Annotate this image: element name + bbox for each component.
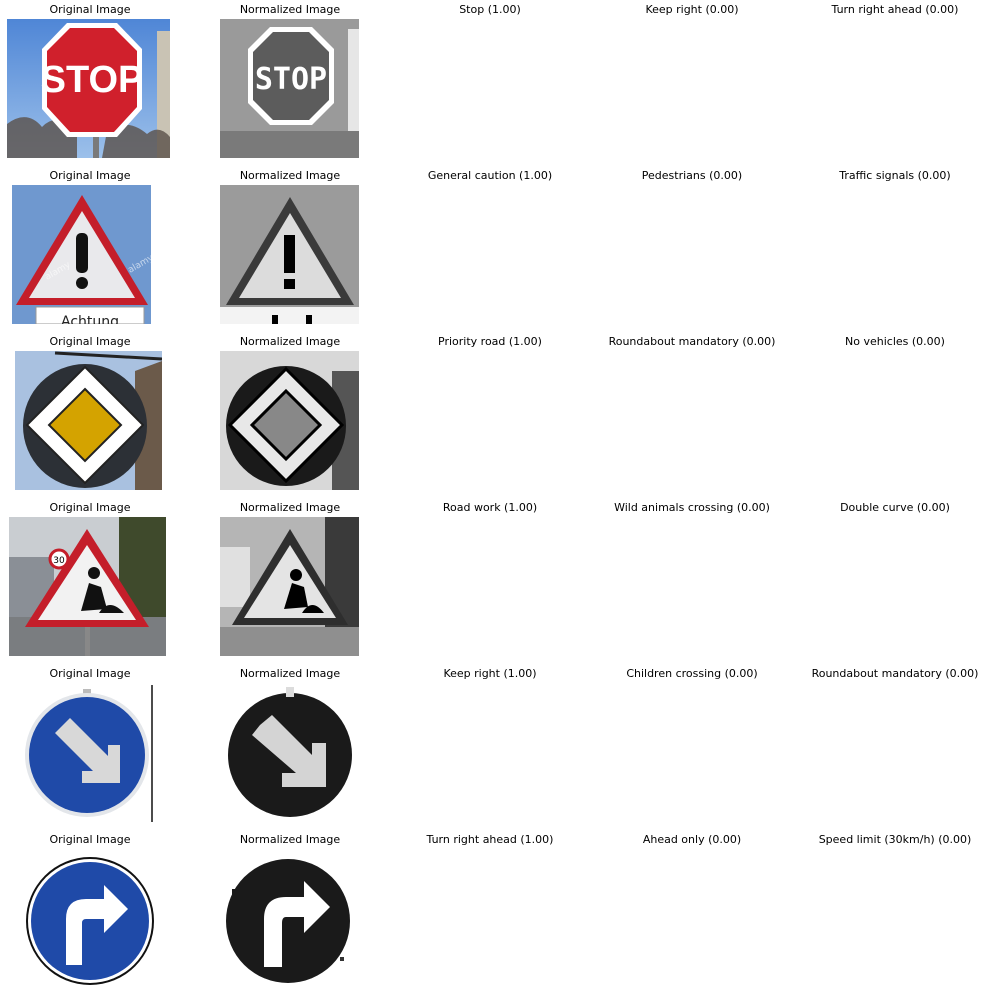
speed-30-text: 30 bbox=[53, 556, 65, 566]
result-row-stop: Original Image STOP Normalized Image STO… bbox=[0, 0, 985, 166]
normalized-cell: Normalized Image bbox=[200, 166, 380, 332]
normalized-image-road-work bbox=[220, 517, 359, 656]
prediction-2: Ahead only (0.00) bbox=[602, 830, 782, 996]
prediction-1: Stop (1.00) bbox=[400, 0, 580, 166]
prediction-1-label: Road work (1.00) bbox=[442, 501, 538, 514]
prediction-3-label: Double curve (0.00) bbox=[840, 501, 950, 514]
normalized-cell: Normalized Image bbox=[200, 830, 380, 996]
prediction-2: Roundabout mandatory (0.00) bbox=[602, 332, 782, 498]
original-cell: Original Image alamy alamy Achtung bbox=[0, 166, 180, 332]
normalized-title: Normalized Image bbox=[239, 169, 341, 182]
original-cell: Original Image bbox=[0, 664, 180, 830]
normalized-image-keep-right bbox=[220, 683, 359, 822]
priority-sign-photo bbox=[15, 351, 162, 490]
original-title: Original Image bbox=[49, 335, 131, 348]
original-cell: Original Image 30 bbox=[0, 498, 180, 664]
normalized-cell: Normalized Image bbox=[200, 664, 380, 830]
keep-right-sign-grayscale bbox=[220, 683, 359, 822]
stop-sign-text-gray: STOP bbox=[255, 62, 327, 97]
original-cell: Original Image bbox=[0, 830, 180, 996]
prediction-1-label: General caution (1.00) bbox=[427, 169, 553, 182]
prediction-1: Keep right (1.00) bbox=[400, 664, 580, 830]
priority-sign-grayscale bbox=[220, 351, 359, 490]
achtung-text: Achtung bbox=[61, 314, 119, 324]
original-title: Original Image bbox=[49, 169, 131, 182]
prediction-3: Speed limit (30km/h) (0.00) bbox=[805, 830, 985, 996]
prediction-2-label: Wild animals crossing (0.00) bbox=[614, 501, 770, 514]
original-image-turn-right-ahead bbox=[20, 849, 159, 988]
prediction-1-label: Stop (1.00) bbox=[459, 3, 521, 16]
caution-sign-grayscale bbox=[220, 185, 359, 324]
normalized-image-priority-road bbox=[220, 351, 359, 490]
turn-right-sign-grayscale bbox=[220, 849, 359, 988]
normalized-title: Normalized Image bbox=[239, 833, 341, 846]
prediction-2-label: Children crossing (0.00) bbox=[626, 667, 758, 680]
original-cell: Original Image STOP bbox=[0, 0, 180, 166]
normalized-title: Normalized Image bbox=[239, 335, 341, 348]
result-row-general-caution: Original Image alamy alamy Achtung Norma… bbox=[0, 166, 985, 332]
prediction-2: Pedestrians (0.00) bbox=[602, 166, 782, 332]
original-title: Original Image bbox=[49, 667, 131, 680]
prediction-3: Traffic signals (0.00) bbox=[805, 166, 985, 332]
normalized-image-turn-right-ahead bbox=[220, 849, 359, 988]
prediction-1: Road work (1.00) bbox=[400, 498, 580, 664]
original-image-road-work: 30 bbox=[9, 517, 166, 656]
prediction-3-label: Traffic signals (0.00) bbox=[839, 169, 951, 182]
caution-sign-photo: alamy alamy Achtung bbox=[12, 185, 151, 324]
stop-sign-grayscale: STOP bbox=[220, 19, 359, 158]
roadwork-sign-grayscale bbox=[220, 517, 359, 656]
normalized-title: Normalized Image bbox=[239, 501, 341, 514]
original-image-keep-right bbox=[20, 683, 160, 822]
prediction-3: Roundabout mandatory (0.00) bbox=[805, 664, 985, 830]
prediction-2-label: Ahead only (0.00) bbox=[642, 833, 742, 846]
prediction-1-label: Priority road (1.00) bbox=[438, 335, 542, 348]
prediction-3-label: Roundabout mandatory (0.00) bbox=[811, 667, 979, 680]
prediction-2-label: Keep right (0.00) bbox=[645, 3, 739, 16]
roadwork-sign-photo: 30 bbox=[9, 517, 166, 656]
normalized-title: Normalized Image bbox=[239, 667, 341, 680]
normalized-image-stop: STOP bbox=[220, 19, 359, 158]
prediction-2: Wild animals crossing (0.00) bbox=[602, 498, 782, 664]
prediction-3: Turn right ahead (0.00) bbox=[805, 0, 985, 166]
prediction-2: Keep right (0.00) bbox=[602, 0, 782, 166]
normalized-cell: Normalized Image bbox=[200, 498, 380, 664]
prediction-3-label: Turn right ahead (0.00) bbox=[831, 3, 959, 16]
normalized-title: Normalized Image bbox=[239, 3, 341, 16]
result-row-turn-right-ahead: Original Image Normalized Image Turn rig… bbox=[0, 830, 985, 996]
result-row-keep-right: Original Image Normalized Image Keep rig… bbox=[0, 664, 985, 830]
keep-right-sign-photo bbox=[20, 683, 160, 822]
turn-right-sign-photo bbox=[20, 849, 159, 988]
prediction-3: Double curve (0.00) bbox=[805, 498, 985, 664]
original-title: Original Image bbox=[49, 501, 131, 514]
prediction-1-label: Keep right (1.00) bbox=[443, 667, 537, 680]
stop-sign-text: STOP bbox=[41, 59, 144, 101]
prediction-2: Children crossing (0.00) bbox=[602, 664, 782, 830]
prediction-1: General caution (1.00) bbox=[400, 166, 580, 332]
original-title: Original Image bbox=[49, 833, 131, 846]
original-image-stop: STOP bbox=[7, 19, 170, 158]
prediction-3-label: Speed limit (30km/h) (0.00) bbox=[818, 833, 972, 846]
prediction-3: No vehicles (0.00) bbox=[805, 332, 985, 498]
result-row-road-work: Original Image 30 Normalized Image Road … bbox=[0, 498, 985, 664]
result-row-priority-road: Original Image Normalized Image Priority… bbox=[0, 332, 985, 498]
prediction-2-label: Pedestrians (0.00) bbox=[641, 169, 743, 182]
normalized-cell: Normalized Image STOP bbox=[200, 0, 380, 166]
prediction-1: Priority road (1.00) bbox=[400, 332, 580, 498]
original-cell: Original Image bbox=[0, 332, 180, 498]
normalized-cell: Normalized Image bbox=[200, 332, 380, 498]
prediction-2-label: Roundabout mandatory (0.00) bbox=[608, 335, 776, 348]
stop-sign-photo: STOP bbox=[7, 19, 170, 158]
normalized-image-general-caution bbox=[220, 185, 359, 324]
original-image-priority-road bbox=[15, 351, 162, 490]
prediction-1: Turn right ahead (1.00) bbox=[400, 830, 580, 996]
prediction-1-label: Turn right ahead (1.00) bbox=[426, 833, 554, 846]
original-image-general-caution: alamy alamy Achtung bbox=[12, 185, 151, 324]
original-title: Original Image bbox=[49, 3, 131, 16]
prediction-3-label: No vehicles (0.00) bbox=[845, 335, 945, 348]
